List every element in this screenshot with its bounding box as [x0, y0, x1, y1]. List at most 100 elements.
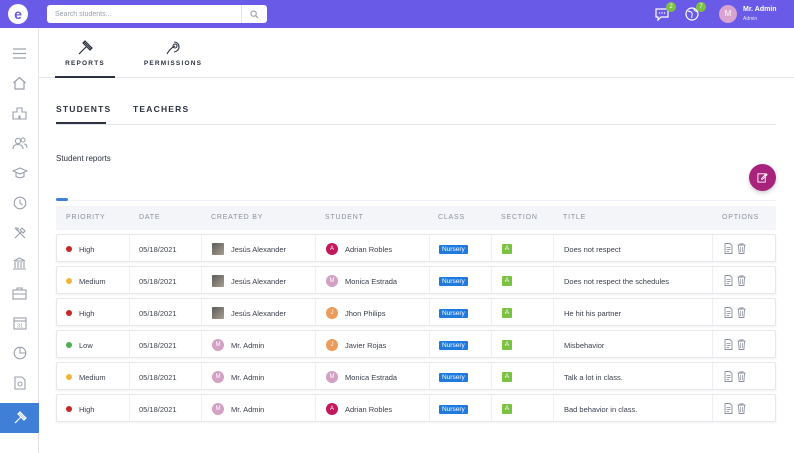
priority-label: High [79, 308, 95, 318]
view-report-button[interactable] [724, 370, 733, 384]
date-cell: 05/18/2021 [139, 276, 177, 286]
section-badge: A [502, 404, 512, 414]
created-by-cell: M Mr. Admin [212, 363, 264, 391]
options-cell [724, 299, 746, 327]
tab-permissions[interactable]: PERMISSIONS [140, 28, 206, 78]
class-cell: Nursery [439, 267, 468, 295]
column-divider [491, 267, 492, 295]
title-cell: Does not respect [564, 244, 621, 254]
column-divider [201, 395, 202, 423]
header-class[interactable]: CLASS [438, 214, 465, 221]
column-divider [315, 363, 316, 391]
home-icon [13, 76, 26, 90]
student-cell[interactable]: M Monica Estrada [326, 363, 397, 391]
table-row: High 05/18/2021 M Mr. Admin A Adrian Rob… [56, 394, 776, 423]
class-badge: Nursery [439, 404, 468, 414]
view-report-button[interactable] [724, 402, 733, 416]
column-divider [429, 331, 430, 359]
tab-reports-label: REPORTS [65, 60, 105, 67]
delete-report-button[interactable] [737, 338, 746, 352]
pie-chart-icon [13, 346, 26, 360]
sidebar-item-home[interactable] [0, 68, 39, 98]
tab-reports[interactable]: REPORTS [55, 28, 115, 78]
user-name[interactable]: Mr. Admin [743, 6, 777, 13]
class-badge: Nursery [439, 372, 468, 382]
priority-label: High [79, 404, 95, 414]
table-row: High 05/18/2021 Jesús Alexander J Jhon P… [56, 298, 776, 327]
student-cell[interactable]: J Javier Rojas [326, 331, 386, 359]
sidebar-item-school[interactable] [0, 98, 39, 128]
messages-button[interactable]: 2 [654, 2, 676, 22]
sidebar-item-calendar[interactable]: 31 [0, 308, 39, 338]
student-cell[interactable]: A Adrian Robles [326, 235, 392, 263]
column-divider [553, 267, 554, 295]
column-divider [201, 267, 202, 295]
view-report-button[interactable] [724, 274, 733, 288]
view-report-button[interactable] [724, 242, 733, 256]
student-cell[interactable]: A Adrian Robles [326, 395, 392, 423]
trash-icon [737, 338, 746, 350]
calendar-day: 31 [16, 324, 22, 330]
table-row: Medium 05/18/2021 Jesús Alexander M Moni… [56, 266, 776, 295]
app-logo[interactable]: e [8, 4, 28, 24]
column-divider [129, 395, 130, 423]
section-cell: A [502, 235, 512, 263]
tab-students[interactable]: STUDENTS [56, 104, 111, 114]
date-cell: 05/18/2021 [139, 372, 177, 382]
column-divider [712, 331, 713, 359]
creator-name: Mr. Admin [231, 404, 265, 414]
title-cell: Misbehavior [564, 340, 605, 350]
title-cell: Does not respect the schedules [564, 276, 670, 286]
header-student[interactable]: STUDENT [325, 214, 364, 221]
document-icon [724, 306, 733, 318]
column-divider [712, 363, 713, 391]
document-icon [724, 242, 733, 254]
delete-report-button[interactable] [737, 402, 746, 416]
column-divider [129, 299, 130, 327]
delete-report-button[interactable] [737, 306, 746, 320]
student-cell[interactable]: J Jhon Philips [326, 299, 385, 327]
class-cell: Nursery [439, 363, 468, 391]
new-report-button[interactable] [749, 164, 776, 191]
header-priority[interactable]: PRIORITY [66, 214, 105, 221]
class-badge: Nursery [439, 276, 468, 286]
student-cell[interactable]: M Monica Estrada [326, 267, 397, 295]
header-section[interactable]: SECTION [501, 214, 538, 221]
view-report-button[interactable] [724, 338, 733, 352]
sidebar-item-menu[interactable] [0, 38, 39, 68]
sidebar-item-reports[interactable] [0, 403, 39, 433]
title-cell: Talk a lot in class. [564, 372, 623, 382]
delete-report-button[interactable] [737, 370, 746, 384]
sidebar-item-users[interactable] [0, 128, 39, 158]
column-divider [553, 363, 554, 391]
sidebar-item-settings[interactable] [0, 368, 39, 398]
sidebar-item-tools[interactable] [0, 218, 39, 248]
sidebar-item-institution[interactable] [0, 248, 39, 278]
section-badge: A [502, 308, 512, 318]
header-title[interactable]: TITLE [563, 214, 586, 221]
creator-photo [212, 307, 224, 319]
student-name: Monica Estrada [345, 372, 398, 382]
student-name: Adrian Robles [345, 404, 393, 414]
search-input[interactable] [47, 5, 240, 23]
sidebar-item-statistics[interactable] [0, 338, 39, 368]
header-date[interactable]: DATE [139, 214, 160, 221]
search-button[interactable] [241, 5, 267, 23]
tab-teachers[interactable]: TEACHERS [133, 104, 189, 114]
notifications-button[interactable]: 7 [684, 2, 706, 22]
delete-report-button[interactable] [737, 242, 746, 256]
table-row: Medium 05/18/2021 M Mr. Admin M Monica E… [56, 362, 776, 391]
header-created-by[interactable]: CREATED BY [211, 214, 263, 221]
sidebar-item-attendance[interactable] [0, 188, 39, 218]
student-avatar: A [326, 243, 338, 255]
users-icon [11, 137, 27, 150]
user-avatar[interactable]: M [719, 5, 737, 23]
creator-photo [212, 243, 224, 255]
delete-report-button[interactable] [737, 274, 746, 288]
view-report-button[interactable] [724, 306, 733, 320]
creator-photo [212, 275, 224, 287]
sidebar-item-briefcase[interactable] [0, 278, 39, 308]
sidebar-item-graduation[interactable] [0, 158, 39, 188]
column-divider [129, 331, 130, 359]
document-icon [724, 370, 733, 382]
